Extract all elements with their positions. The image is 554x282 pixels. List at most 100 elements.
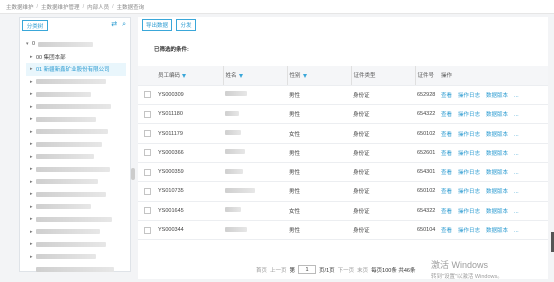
tree-node[interactable]: ▸ <box>26 213 126 226</box>
operation-log-link[interactable]: 操作日志 <box>458 209 480 215</box>
header-idno[interactable]: 证件号 <box>414 66 441 86</box>
tree-node[interactable]: ▸ <box>26 126 126 139</box>
header-idtype[interactable]: 证件类型 <box>350 66 415 86</box>
tree-node[interactable]: ▸ <box>26 101 126 114</box>
export-data-button[interactable]: 导出数据 <box>142 19 172 31</box>
tree-node[interactable] <box>26 263 126 276</box>
operation-log-link[interactable]: 操作日志 <box>458 112 480 118</box>
filter-icon[interactable] <box>302 73 307 78</box>
row-checkbox[interactable] <box>144 91 151 99</box>
tab-category-tree[interactable]: 分类树 <box>22 20 48 31</box>
row-checkbox-cell <box>138 220 156 241</box>
more-link[interactable]: ... <box>514 228 519 234</box>
tree-node[interactable]: ▸ <box>26 163 126 176</box>
more-link[interactable]: ... <box>514 189 519 195</box>
tree-node[interactable]: ▾ 0 <box>26 38 126 51</box>
view-link[interactable]: 查看 <box>441 228 452 234</box>
row-checkbox[interactable] <box>144 168 151 176</box>
pager-last[interactable]: 末页 <box>357 266 368 274</box>
data-version-link[interactable]: 数据版本 <box>486 151 508 157</box>
breadcrumb-item[interactable]: 主数据维护管理 <box>41 3 80 11</box>
cell-name <box>223 201 287 221</box>
more-link[interactable]: ... <box>514 132 519 138</box>
redacted-text <box>36 229 100 235</box>
operation-log-link[interactable]: 操作日志 <box>458 132 480 138</box>
breadcrumb-item[interactable]: 主数据维护 <box>6 3 34 11</box>
filter-icon[interactable] <box>182 73 187 78</box>
table-row[interactable]: YS011180 男性 身份证 654322 查看 操作日志 数据版本... <box>138 104 548 125</box>
cell-idno: 650102 <box>415 181 441 202</box>
tree-node[interactable]: ▸ <box>26 176 126 189</box>
tree-node[interactable]: ▸ <box>26 238 126 251</box>
operation-log-link[interactable]: 操作日志 <box>458 189 480 195</box>
header-code[interactable]: 员工编码 <box>156 66 223 86</box>
tree-node[interactable]: ▸ <box>26 88 126 101</box>
more-link[interactable]: ... <box>514 112 519 118</box>
header-name[interactable]: 姓名 <box>222 66 287 86</box>
more-link[interactable]: ... <box>514 209 519 215</box>
view-link[interactable]: 查看 <box>441 93 452 99</box>
data-version-link[interactable]: 数据版本 <box>486 209 508 215</box>
pager-prev[interactable]: 上一页 <box>270 266 287 274</box>
data-version-link[interactable]: 数据版本 <box>486 228 508 234</box>
cell-idno: 654301 <box>415 162 441 183</box>
view-link[interactable]: 查看 <box>441 189 452 195</box>
operation-log-link[interactable]: 操作日志 <box>458 170 480 176</box>
tree-node[interactable]: ▸ <box>26 138 126 151</box>
pager: 首页 上一页 第 1 页/1页 下一页 末页 每页100条 共46条 <box>256 265 416 274</box>
tree-node[interactable]: ▸ 01 新疆新鑫矿业股份有限公司 <box>26 63 126 76</box>
row-checkbox[interactable] <box>144 226 151 234</box>
data-version-link[interactable]: 数据版本 <box>486 112 508 118</box>
pager-first[interactable]: 首页 <box>256 266 267 274</box>
header-gender[interactable]: 性别 <box>286 66 351 86</box>
table-row[interactable]: YS011179 女性 身份证 650102 查看 操作日志 数据版本... <box>138 123 548 144</box>
row-checkbox[interactable] <box>144 149 151 157</box>
view-link[interactable]: 查看 <box>441 170 452 176</box>
search-icon[interactable]: ⌕ <box>122 21 126 29</box>
tree-node[interactable]: ▸ <box>26 76 126 89</box>
pager-next[interactable]: 下一页 <box>338 266 355 274</box>
panel-resize-handle[interactable] <box>131 168 135 180</box>
table-row[interactable]: YS001645 女性 身份证 654322 查看 操作日志 数据版本... <box>138 201 548 221</box>
data-version-link[interactable]: 数据版本 <box>486 170 508 176</box>
tree-node[interactable]: ▸ 00 集团本部 <box>26 51 126 64</box>
table-row[interactable]: YS000309 男性 身份证 652928 查看 操作日志 数据版本... <box>138 85 548 106</box>
data-version-link[interactable]: 数据版本 <box>486 93 508 99</box>
operation-log-link[interactable]: 操作日志 <box>458 228 480 234</box>
view-link[interactable]: 查看 <box>441 112 452 118</box>
table-row[interactable]: YS000359 男性 身份证 654301 查看 操作日志 数据版本... <box>138 162 548 183</box>
table-row[interactable]: YS000344 男性 身份证 650104 查看 操作日志 数据版本... <box>138 220 548 241</box>
tree-node[interactable]: ▸ <box>26 188 126 201</box>
view-link[interactable]: 查看 <box>441 209 452 215</box>
view-link[interactable]: 查看 <box>441 132 452 138</box>
operation-log-link[interactable]: 操作日志 <box>458 93 480 99</box>
tree-node[interactable]: ▸ <box>26 151 126 164</box>
operation-log-link[interactable]: 操作日志 <box>458 151 480 157</box>
breadcrumb-item[interactable]: 主数据查询 <box>117 3 145 11</box>
row-checkbox[interactable] <box>144 187 151 195</box>
cell-actions: 查看 操作日志 数据版本... <box>441 181 548 202</box>
breadcrumb-item[interactable]: 内部人员 <box>87 3 109 11</box>
pager-page-suffix: 页/1页 <box>319 267 335 274</box>
tree-node[interactable]: ▸ <box>26 251 126 264</box>
dispatch-button[interactable]: 分发 <box>176 19 196 31</box>
row-checkbox[interactable] <box>144 110 151 118</box>
page-number-input[interactable]: 1 <box>298 265 317 274</box>
tree-node[interactable]: ▸ <box>26 201 126 214</box>
table-row[interactable]: YS000366 男性 身份证 652601 查看 操作日志 数据版本... <box>138 143 548 163</box>
view-link[interactable]: 查看 <box>441 151 452 157</box>
tree-node[interactable]: ▸ <box>26 113 126 126</box>
filter-icon[interactable] <box>238 73 243 78</box>
row-checkbox-cell <box>138 143 156 163</box>
row-checkbox[interactable] <box>144 130 151 138</box>
row-checkbox-cell <box>138 162 156 183</box>
data-version-link[interactable]: 数据版本 <box>486 189 508 195</box>
more-link[interactable]: ... <box>514 93 519 99</box>
table-row[interactable]: YS010735 男性 身份证 650102 查看 操作日志 数据版本... <box>138 181 548 202</box>
more-link[interactable]: ... <box>514 170 519 176</box>
swap-icon[interactable]: ⇄ <box>111 21 117 29</box>
data-version-link[interactable]: 数据版本 <box>486 132 508 138</box>
more-link[interactable]: ... <box>514 151 519 157</box>
tree-node[interactable]: ▸ <box>26 226 126 239</box>
row-checkbox[interactable] <box>144 207 151 215</box>
